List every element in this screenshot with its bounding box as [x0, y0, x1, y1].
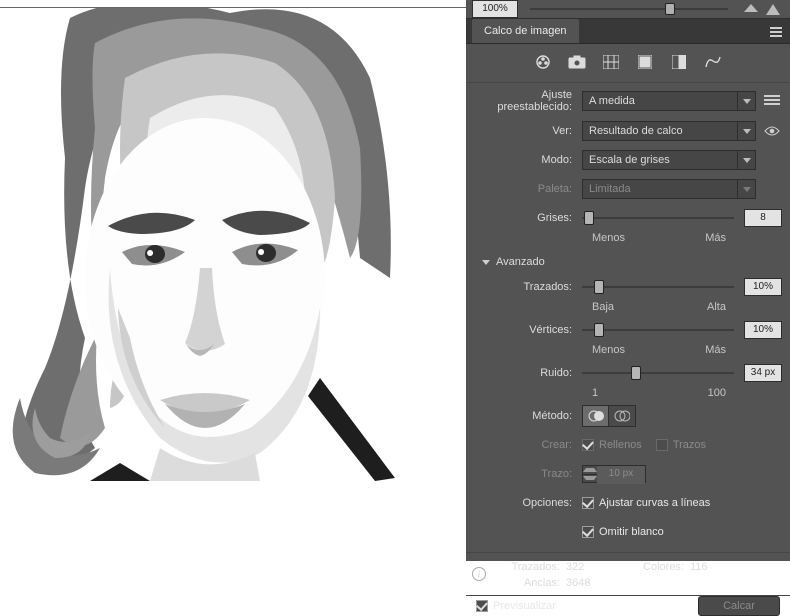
method-overlap-icon[interactable] [609, 406, 635, 426]
opt-snap-label: Ajustar curvas a líneas [599, 497, 710, 509]
stat-paths-label: Trazados: [502, 561, 566, 573]
preset-select[interactable]: A medida [582, 91, 756, 111]
traced-artwork [0, 8, 466, 481]
panel-menu-button[interactable] [768, 24, 784, 40]
noise-value[interactable]: 34 px [744, 364, 782, 382]
zoom-in-icon[interactable] [766, 4, 780, 15]
grays-max-label: Más [705, 232, 726, 244]
stroke-label: Trazo: [474, 468, 582, 480]
palette-select: Limitada [582, 179, 756, 199]
zoom-out-icon[interactable] [744, 4, 758, 12]
noise-slider[interactable] [582, 372, 734, 374]
create-strokes-label: Trazos [673, 439, 706, 451]
paths-slider[interactable] [582, 286, 734, 288]
corners-value[interactable]: 10% [744, 321, 782, 339]
view-label: Ver: [474, 125, 582, 137]
preset-menu-icon[interactable] [762, 95, 782, 107]
outline-icon[interactable] [703, 54, 723, 70]
grays-slider[interactable] [582, 217, 734, 219]
options-label: Opciones: [474, 497, 582, 509]
stats-area: i Trazados: 322 Colores: 116 Anclas: 364… [466, 552, 790, 595]
grid-icon[interactable] [601, 54, 621, 70]
paths-value[interactable]: 10% [744, 278, 782, 296]
paths-min-label: Baja [592, 301, 614, 313]
zoom-value[interactable]: 100% [472, 0, 518, 18]
corners-label: Vértices: [474, 324, 582, 336]
artboard [0, 7, 466, 480]
solid-square-icon[interactable] [635, 54, 655, 70]
view-mode-icons [466, 44, 790, 83]
zoom-mountain-icons [740, 4, 784, 15]
tab-image-trace[interactable]: Calco de imagen [472, 19, 579, 43]
opt-snap-checkbox[interactable] [582, 497, 594, 509]
method-label: Método: [474, 410, 582, 422]
stat-anchors-value: 3648 [566, 577, 626, 589]
stat-colors-value: 116 [690, 561, 730, 573]
canvas-area [0, 0, 466, 561]
corners-max-label: Más [705, 344, 726, 356]
zoom-slider[interactable] [530, 8, 728, 10]
panel-footer: Previsualizar Calcar [466, 595, 790, 616]
create-label: Crear: [474, 439, 582, 451]
corners-slider[interactable] [582, 329, 734, 331]
preset-label: Ajuste preestablecido: [474, 89, 582, 113]
camera-icon[interactable] [567, 54, 587, 70]
paths-label: Trazados: [474, 281, 582, 293]
info-icon: i [472, 567, 486, 581]
opt-ignore-label: Omitir blanco [599, 526, 664, 538]
auto-color-icon[interactable] [533, 54, 553, 70]
advanced-toggle[interactable]: Avanzado [480, 250, 782, 276]
trace-button: Calcar [698, 596, 780, 616]
mode-select[interactable]: Escala de grises [582, 150, 756, 170]
stroke-stepper: 10 px [582, 465, 646, 483]
grays-label: Grises: [474, 212, 582, 224]
opt-ignore-checkbox[interactable] [582, 526, 594, 538]
corners-min-label: Menos [592, 344, 625, 356]
eye-icon[interactable] [762, 125, 782, 137]
noise-label: Ruido: [474, 367, 582, 379]
method-toggle[interactable] [582, 405, 636, 427]
create-fills-checkbox [582, 439, 594, 451]
stat-colors-label: Colores: [626, 561, 690, 573]
panel-tab-bar: Calco de imagen [466, 19, 790, 44]
noise-min-label: 1 [592, 387, 598, 399]
stat-anchors-label: Anclas: [502, 577, 566, 589]
noise-max-label: 100 [708, 387, 726, 399]
image-trace-panel: 100% Calco de imagen Ajuste preestableci… [466, 0, 790, 561]
half-square-icon[interactable] [669, 54, 689, 70]
stroke-value: 10 px [597, 466, 645, 484]
mode-label: Modo: [474, 154, 582, 166]
zoom-bar: 100% [466, 0, 790, 19]
view-select[interactable]: Resultado de calco [582, 121, 756, 141]
stat-paths-value: 322 [566, 561, 626, 573]
preview-checkbox[interactable] [476, 600, 488, 612]
controls: Ajuste preestablecido: A medida Ver: Res… [466, 83, 790, 552]
method-abutting-icon[interactable] [583, 406, 609, 426]
preview-label: Previsualizar [493, 600, 556, 612]
grays-value[interactable]: 8 [744, 209, 782, 227]
create-strokes-checkbox [656, 439, 668, 451]
create-fills-label: Rellenos [599, 439, 642, 451]
palette-label: Paleta: [474, 183, 582, 195]
grays-min-label: Menos [592, 232, 625, 244]
paths-max-label: Alta [707, 301, 726, 313]
